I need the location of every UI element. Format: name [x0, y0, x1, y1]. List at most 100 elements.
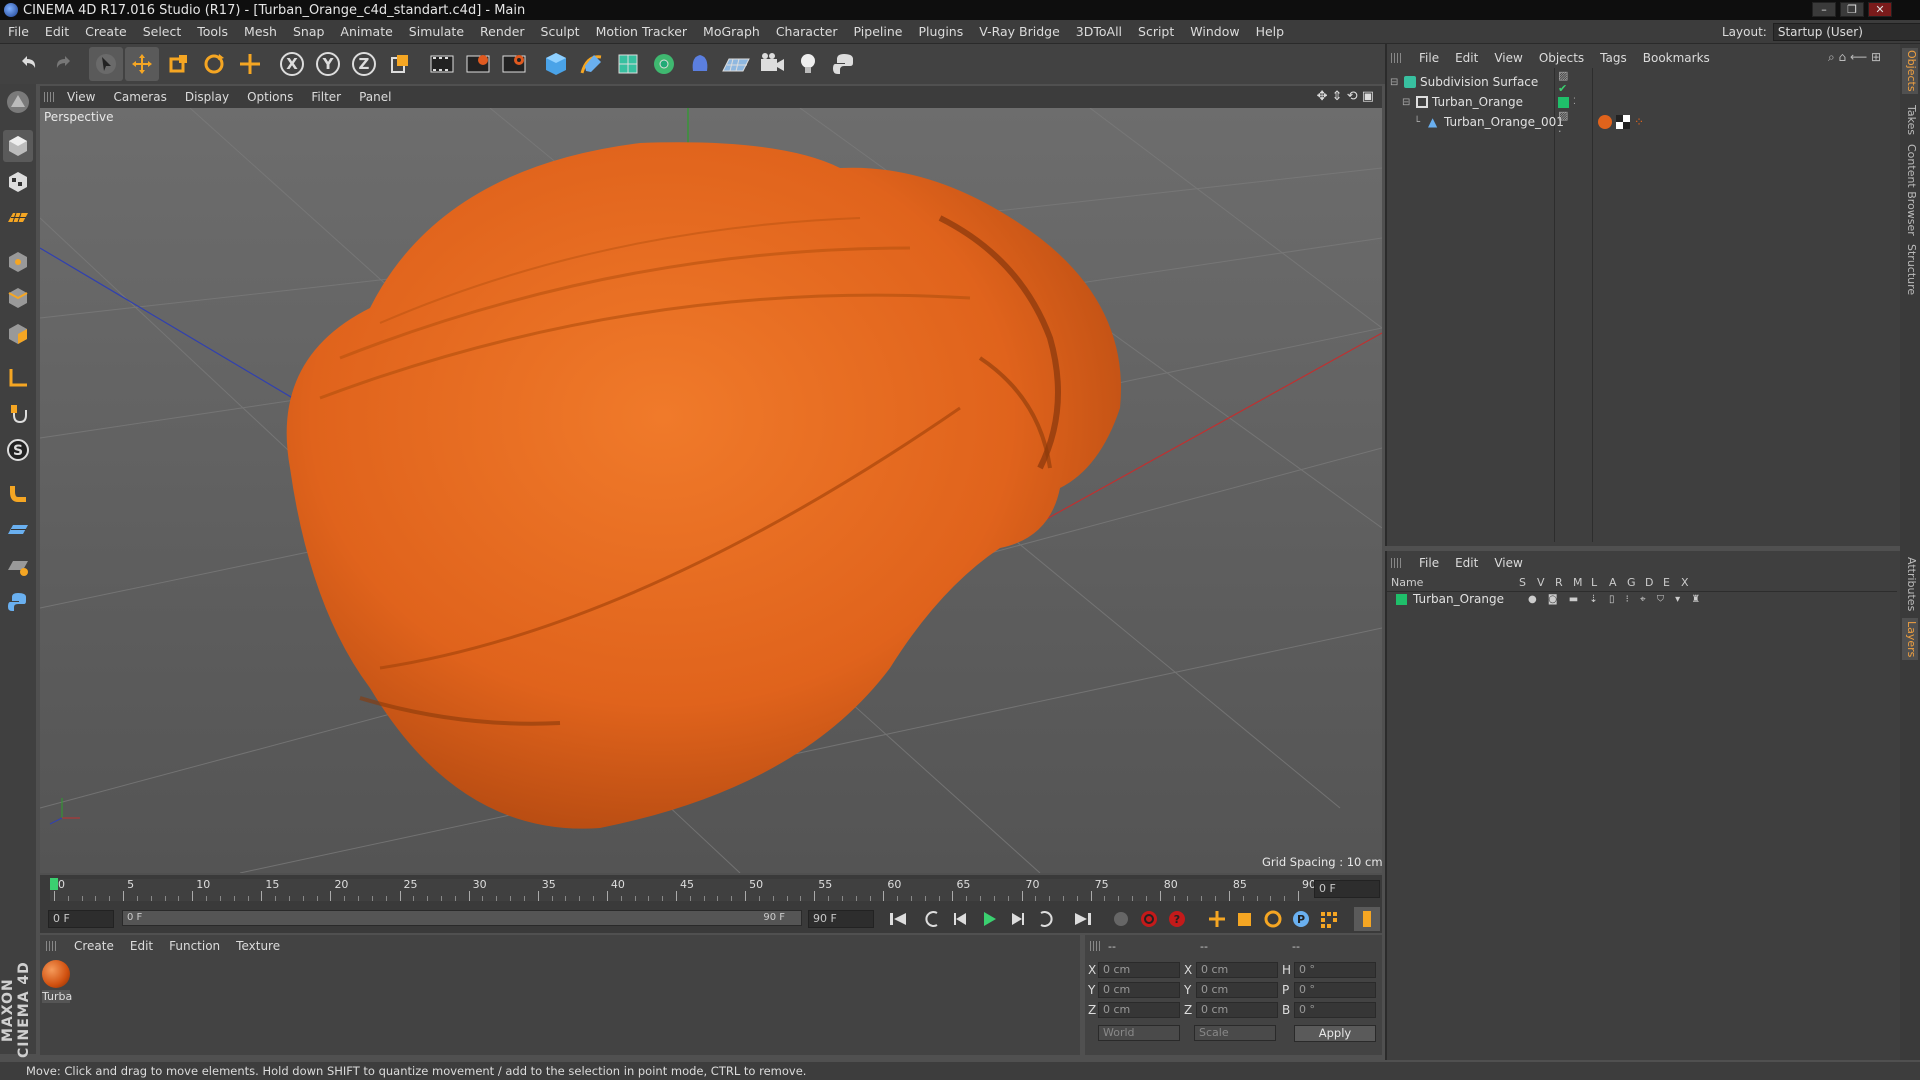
points-mode-icon[interactable] [3, 246, 33, 278]
live-selection-icon[interactable] [233, 47, 267, 81]
next-key-icon[interactable] [1032, 907, 1058, 931]
layout-dropdown[interactable]: Startup (User) [1772, 23, 1920, 41]
om-menu-edit[interactable]: Edit [1447, 51, 1486, 65]
viewport-menu-view[interactable]: View [58, 90, 104, 104]
menu-window[interactable]: Window [1182, 24, 1247, 39]
model-mode-icon[interactable] [3, 130, 33, 162]
om-menu-view[interactable]: View [1486, 51, 1530, 65]
menu-pipeline[interactable]: Pipeline [846, 24, 911, 39]
go-to-start-icon[interactable] [885, 907, 911, 931]
cloner-icon[interactable] [647, 47, 681, 81]
menu-character[interactable]: Character [768, 24, 846, 39]
column-expressions[interactable]: E [1663, 576, 1681, 591]
menu-snap[interactable]: Snap [285, 24, 332, 39]
deformer-icon[interactable] [683, 47, 717, 81]
viewport-menu-display[interactable]: Display [176, 90, 238, 104]
cube-primitive-icon[interactable] [539, 47, 573, 81]
key-parameter-icon[interactable]: P [1288, 907, 1314, 931]
object-row-turban-orange-001[interactable]: └ ▲ Turban_Orange_001 ▨ ⁚ ⁘ [1390, 109, 1644, 135]
column-animation[interactable]: A [1609, 576, 1627, 591]
frame-range-slider[interactable]: 0 F 90 F [122, 910, 802, 926]
previous-frame-icon[interactable] [948, 907, 974, 931]
pos-z-field[interactable]: 0 cm [1098, 1002, 1180, 1018]
timeline-layout-icon[interactable] [1354, 907, 1380, 931]
edges-mode-icon[interactable] [3, 282, 33, 314]
menu-mograph[interactable]: MoGraph [695, 24, 768, 39]
redo-icon[interactable] [47, 47, 81, 81]
column-render[interactable]: R [1555, 576, 1573, 591]
axis-mode-icon[interactable] [3, 362, 33, 394]
workplane-icon[interactable] [3, 202, 33, 234]
coordinate-system-icon[interactable] [383, 47, 417, 81]
y-axis-lock-icon[interactable]: Y [311, 47, 345, 81]
tab-structure[interactable]: Structure [1902, 242, 1918, 298]
menu-mesh[interactable]: Mesh [236, 24, 285, 39]
move-tool-icon[interactable] [125, 47, 159, 81]
size-y-field[interactable]: 0 cm [1196, 982, 1278, 998]
timeline-ruler[interactable] [40, 875, 1382, 905]
pos-x-field[interactable]: 0 cm [1098, 962, 1180, 978]
material-swatch[interactable]: Turba [42, 960, 72, 1004]
layer-color-swatch[interactable] [1396, 593, 1407, 605]
lm-menu-file[interactable]: File [1411, 556, 1447, 570]
rot-h-field[interactable]: 0 ° [1294, 962, 1376, 978]
coordinate-mode-dropdown[interactable]: World [1098, 1025, 1180, 1041]
material-menu-edit[interactable]: Edit [122, 939, 161, 953]
magnet-icon[interactable] [3, 478, 33, 510]
pos-y-field[interactable]: 0 cm [1098, 982, 1180, 998]
menu-help[interactable]: Help [1248, 24, 1293, 39]
select-cursor-icon[interactable] [89, 47, 123, 81]
menu-vray-bridge[interactable]: V-Ray Bridge [971, 24, 1068, 39]
make-editable-icon[interactable] [3, 86, 33, 118]
current-frame-field[interactable]: 0 F [1314, 880, 1380, 898]
workplane-snap-icon[interactable] [3, 514, 33, 546]
column-name[interactable]: Name [1387, 576, 1519, 591]
lm-menu-edit[interactable]: Edit [1447, 556, 1486, 570]
subdivision-surface-icon[interactable] [611, 47, 645, 81]
menu-file[interactable]: File [0, 24, 37, 39]
tab-content-browser[interactable]: Content Browser [1902, 144, 1918, 236]
column-solo[interactable]: S [1519, 576, 1537, 591]
maximize-button[interactable]: ❐ [1840, 2, 1864, 17]
key-rotation-icon[interactable] [1260, 907, 1286, 931]
texture-tag-icon[interactable] [1616, 115, 1630, 129]
viewport-nav-icons[interactable]: ✥ ⇕ ⟲ ▣ [1317, 89, 1374, 104]
end-frame-field[interactable]: 90 F [808, 910, 874, 928]
om-menu-tags[interactable]: Tags [1592, 51, 1635, 65]
tab-attributes[interactable]: Attributes [1902, 554, 1918, 614]
3d-viewport[interactable] [40, 108, 1382, 873]
menu-motion-tracker[interactable]: Motion Tracker [588, 24, 695, 39]
material-menu-function[interactable]: Function [161, 939, 228, 953]
column-deformers[interactable]: D [1645, 576, 1663, 591]
object-row-subdivision-surface[interactable]: ⊟ Subdivision Surface ▨ ✔ [1390, 69, 1568, 95]
material-menu-create[interactable]: Create [66, 939, 122, 953]
layer-color-indicator[interactable]: ⁚ [1558, 96, 1576, 108]
viewport-menu-filter[interactable]: Filter [302, 90, 350, 104]
menu-animate[interactable]: Animate [332, 24, 400, 39]
material-tag-icon[interactable] [1598, 115, 1612, 129]
python-script-icon[interactable] [3, 586, 33, 618]
texture-mode-icon[interactable] [3, 166, 33, 198]
next-frame-icon[interactable] [1004, 907, 1030, 931]
layer-toggle-icons[interactable]: ● ◙ ▬ ⇣ ▯ ⁝ ⌖ ⛉ ▾ ♜ [1528, 594, 1704, 605]
timeline[interactable]: 0 5 10 15 20 25 30 35 40 45 50 55 60 65 70 75 80 85 90 [40, 875, 1382, 905]
polygons-mode-icon[interactable] [3, 318, 33, 350]
minimize-button[interactable]: – [1812, 2, 1836, 17]
previous-key-icon[interactable] [920, 907, 946, 931]
start-frame-field[interactable]: 0 F [48, 910, 114, 928]
column-view[interactable]: V [1537, 576, 1555, 591]
rot-p-field[interactable]: 0 ° [1294, 982, 1376, 998]
menu-sculpt[interactable]: Sculpt [533, 24, 588, 39]
column-generators[interactable]: G [1627, 576, 1645, 591]
om-menu-file[interactable]: File [1411, 51, 1447, 65]
edit-render-flags-icon[interactable]: ▨ ⁚ [1558, 109, 1568, 135]
panel-grip[interactable] [44, 92, 54, 102]
size-mode-dropdown[interactable]: Scale [1194, 1025, 1276, 1041]
play-icon[interactable] [976, 907, 1002, 931]
panel-grip[interactable] [1090, 941, 1100, 951]
go-to-end-icon[interactable] [1070, 907, 1096, 931]
tab-objects[interactable]: Objects [1902, 48, 1918, 94]
collapse-toggle-icon[interactable]: ⊟ [1402, 97, 1412, 108]
workplane-lock-icon[interactable] [3, 550, 33, 582]
camera-icon[interactable] [755, 47, 789, 81]
